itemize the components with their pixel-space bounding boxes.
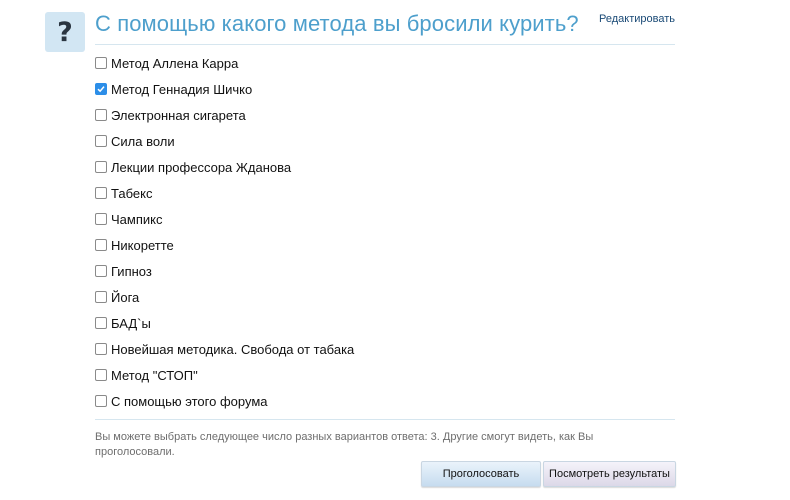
title-divider [95,44,675,45]
option-checkbox[interactable] [95,291,107,303]
checkmark-icon [97,86,105,93]
option-label: Йога [111,289,140,305]
poll-option[interactable]: Табекс [95,180,354,206]
option-label: Электронная сигарета [111,107,246,123]
option-label: Чампикс [111,211,163,227]
options-divider [95,419,675,420]
option-checkbox[interactable] [95,213,107,225]
poll-option[interactable]: Метод "СТОП" [95,362,354,388]
option-label: Метод Геннадия Шичко [111,81,253,97]
poll-option[interactable]: Сила воли [95,128,354,154]
option-checkbox[interactable] [95,109,107,121]
poll-option[interactable]: Новейшая методика. Свобода от табака [95,336,354,362]
option-checkbox[interactable] [95,187,107,199]
option-label: Метод Аллена Карра [111,55,239,71]
vote-button[interactable]: Проголосовать [421,461,541,487]
poll-option[interactable]: Гипноз [95,258,354,284]
poll-option[interactable]: Метод Аллена Карра [95,50,354,76]
poll-title: С помощью какого метода вы бросили курит… [95,11,579,36]
option-label: Гипноз [111,263,152,279]
option-label: Табекс [111,185,153,201]
poll-option[interactable]: БАД`ы [95,310,354,336]
poll-option[interactable]: Метод Геннадия Шичко [95,76,354,102]
option-checkbox[interactable] [95,161,107,173]
option-checkbox[interactable] [95,239,107,251]
view-results-button[interactable]: Посмотреть результаты [543,461,676,487]
poll-option[interactable]: С помощью этого форума [95,388,354,414]
option-label: С помощью этого форума [111,393,268,409]
option-checkbox[interactable] [95,395,107,407]
option-checkbox[interactable] [95,317,107,329]
poll-options-list: Метод Аллена Карра Метод Геннадия Шичко … [95,50,354,414]
option-label: Никоретте [111,237,174,253]
option-label: Лекции профессора Жданова [111,159,292,175]
option-checkbox[interactable] [95,135,107,147]
option-checkbox[interactable] [95,83,107,95]
option-label: Метод "СТОП" [111,367,198,383]
option-checkbox[interactable] [95,265,107,277]
option-checkbox[interactable] [95,343,107,355]
edit-poll-link[interactable]: Редактировать [599,13,675,25]
option-label: БАД`ы [111,315,151,331]
poll-option[interactable]: Электронная сигарета [95,102,354,128]
poll-option[interactable]: Йога [95,284,354,310]
option-label: Новейшая методика. Свобода от табака [111,341,355,357]
voting-rules-note: Вы можете выбрать следующее число разных… [95,431,594,458]
poll-option[interactable]: Чампикс [95,206,354,232]
option-checkbox[interactable] [95,57,107,69]
option-label: Сила воли [111,133,175,149]
poll-container: ? С помощью какого метода вы бросили кур… [0,0,790,500]
question-mark-icon: ? [45,12,85,52]
poll-option[interactable]: Никоретте [95,232,354,258]
option-checkbox[interactable] [95,369,107,381]
poll-option[interactable]: Лекции профессора Жданова [95,154,354,180]
